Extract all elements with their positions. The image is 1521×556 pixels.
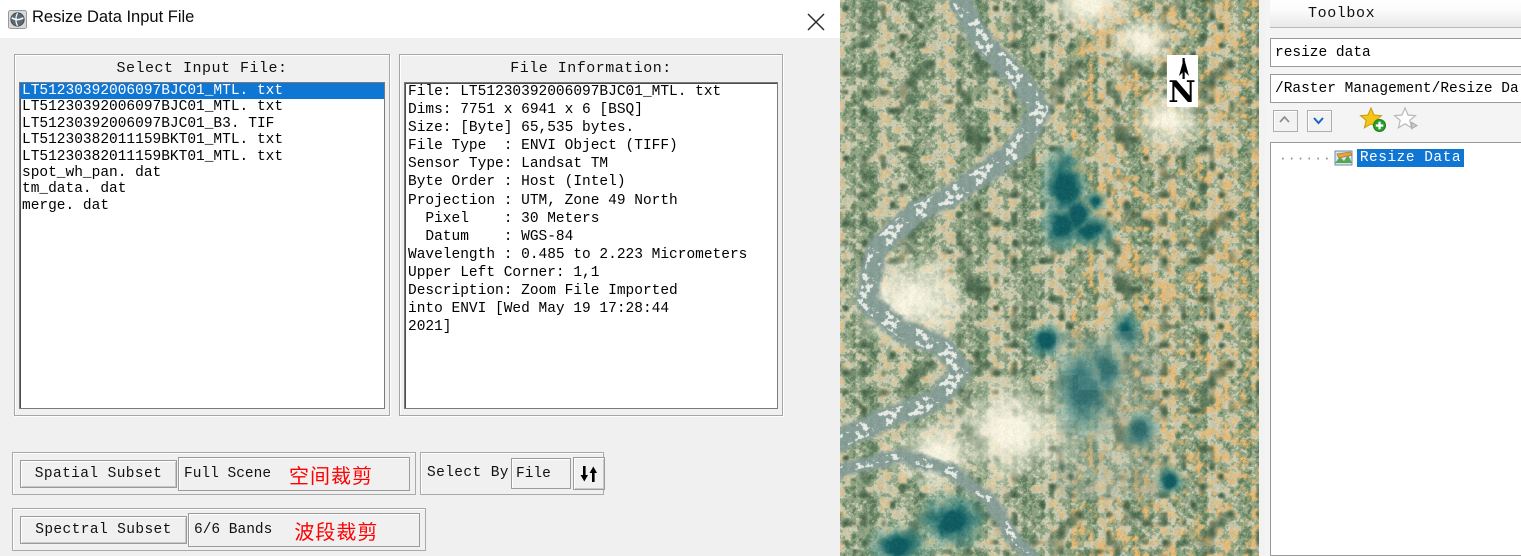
select-input-file-title: Select Input File: [116,60,288,77]
chevron-down-icon[interactable] [1307,110,1332,132]
file-information-title: File Information: [510,60,672,77]
info-line: 2021] [408,319,452,336]
select-by-value: File [516,465,551,482]
toolbox-tree[interactable]: ······ Resize Data [1270,142,1521,556]
select-by-dropdown[interactable]: File [511,458,571,489]
info-line: Wavelength : 0.485 to 2.223 Micrometers [408,246,748,263]
select-by-label: Select By [427,465,509,481]
satellite-image-view[interactable]: N [840,0,1265,556]
star-remove-icon[interactable] [1392,106,1421,134]
list-item[interactable]: merge. dat [20,198,384,214]
info-line: Size: [Byte] 65,535 bytes. [408,120,635,137]
list-item[interactable]: LT51230392006097BJC01_MTL. txt [20,99,384,115]
spectral-subset-value: 6/6 Bands [194,522,273,538]
toolbox-panel: Toolbox resize data /Raster Management/R… [1265,0,1521,556]
list-item[interactable]: LT51230392006097BJC01_MTL. txt [20,83,384,100]
envi-app-icon [8,10,27,29]
info-line: Pixel : 30 Meters [408,210,600,227]
info-line: Upper Left Corner: 1,1 [408,264,600,281]
resize-data-icon [1334,149,1354,167]
info-line: Sensor Type: Landsat TM [408,156,609,173]
list-item[interactable]: LT51230392006097BJC01_B3. TIF [20,116,384,132]
select-by-group: Select By File [420,452,605,495]
spectral-subset-value-field[interactable]: 6/6 Bands 波段裁剪 [188,513,420,547]
sort-updown-icon[interactable] [573,457,605,490]
info-line: Byte Order : Host (Intel) [408,174,626,191]
info-line: Description: Zoom File Imported [408,283,678,300]
file-information-text: File: LT51230392006097BJC01_MTL. txt Dims… [404,82,778,409]
dialog-titlebar[interactable]: Resize Data Input File [0,0,840,38]
spatial-subset-annotation: 空间裁剪 [289,463,374,488]
info-line: File Type : ENVI Object (TIFF) [408,138,678,155]
list-item[interactable]: LT51230382011159BKT01_MTL. txt [20,149,384,165]
list-item[interactable]: LT51230382011159BKT01_MTL. txt [20,132,384,148]
tree-item-label: Resize Data [1356,149,1465,167]
info-line: Dims: 7751 x 6941 x 6 [BSQ] [408,102,643,119]
spatial-subset-button[interactable]: Spatial Subset [20,460,177,488]
spectral-subset-group: Spectral Subset 6/6 Bands 波段裁剪 [12,508,426,551]
list-item[interactable]: spot_wh_pan. dat [20,165,384,181]
info-line: into ENVI [Wed May 19 17:28:44 [408,301,670,318]
toolbox-body: ······ Resize Data [1265,0,1521,556]
file-information-panel: File Information: File: LT51230392006097… [399,54,783,416]
resize-data-input-file-dialog: Resize Data Input File Select Input File… [0,0,840,556]
info-line: File: LT51230392006097BJC01_MTL. txt [408,84,722,100]
spatial-subset-group: Spatial Subset Full Scene 空间裁剪 [12,452,416,495]
spectral-subset-button[interactable]: Spectral Subset [20,516,187,544]
select-input-file-panel: Select Input File: LT51230392006097BJC01… [14,54,390,416]
spectral-subset-annotation: 波段裁剪 [294,519,379,544]
close-icon[interactable] [795,2,837,36]
input-file-list[interactable]: LT51230392006097BJC01_MTL. txt LT51230392… [19,82,385,409]
chevron-up-icon[interactable] [1273,110,1298,132]
info-line: Projection : UTM, Zone 49 North [408,192,678,209]
info-line: Datum : WGS-84 [408,228,574,245]
star-add-icon[interactable] [1359,106,1387,134]
spatial-subset-value: Full Scene [184,466,272,482]
spatial-subset-value-field[interactable]: Full Scene 空间裁剪 [178,457,410,491]
tree-connector: ······ [1279,150,1332,166]
dialog-title: Resize Data Input File [32,8,195,26]
list-item[interactable]: tm_data. dat [20,181,384,197]
tree-item-resize-data[interactable]: ······ Resize Data [1279,149,1465,167]
north-arrow: N [1167,55,1198,110]
landsat-satellite-image[interactable] [840,0,1265,556]
svg-text:N: N [1168,75,1195,107]
